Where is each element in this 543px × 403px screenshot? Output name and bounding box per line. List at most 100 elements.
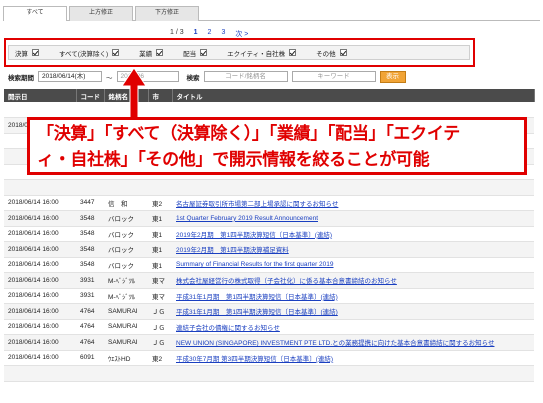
keyword-input[interactable]: キーワード (291, 71, 376, 82)
market-cell: ＪＧ (148, 303, 172, 320)
disclosure-title-link[interactable]: 平成31年1月期 第1四半期決算短信〔日本基準〕(連結) (176, 294, 338, 301)
tab-bar: すべて 上方修正 下方修正 (3, 6, 540, 21)
code-cell: 3548 (76, 226, 104, 242)
filter-checkbox[interactable] (339, 49, 347, 56)
search-label: 検索 (186, 74, 200, 82)
disclosure-title-link[interactable]: 名古屋証券取引所市場第二部上場承認に関するお知らせ (176, 201, 338, 208)
filter-label: 配当 (183, 50, 197, 58)
table-header-row: 開示日 コード 銘柄名 市 タイトル (4, 89, 535, 102)
code-cell: 3931 (76, 272, 104, 289)
disclosure-title-link[interactable]: 1st Quarter February 2019 Result Announc… (176, 215, 318, 222)
filter-equity[interactable]: エクイティ・自社株 (227, 48, 297, 58)
table-row: 2018/06/14 16:00 4764 SAMURAI ＪＧ NEW UNION (… (4, 334, 534, 351)
filter-label: エクイティ・自社株 (227, 50, 286, 58)
title-cell: 平成31年1月期 第1四半期決算短信〔日本基準〕(連結) (172, 288, 534, 304)
market-cell (148, 179, 172, 196)
disclosure-title-link[interactable]: NEW UNION (SINGAPORE) INVESTMENT PTE LTD… (176, 340, 494, 347)
disclosure-title-link[interactable]: 株式会社屋経営行の株式取得（子会社化）に係る基本合意書締結のお知らせ (176, 278, 397, 285)
title-cell: 2019年2月期 第1四半期決算補足資料 (172, 241, 534, 258)
code-cell: 3548 (76, 241, 104, 258)
title-cell: 1st Quarter February 2019 Result Announc… (172, 210, 534, 227)
name-cell: バロック (104, 257, 148, 273)
column-header-code[interactable]: コード (76, 89, 105, 102)
name-cell: 信 和 (104, 195, 148, 211)
table-row: 2018/06/14 16:00 3931 M-ﾍﾞｼﾞﾂﾙ 東マ 平成31年1月期 第… (4, 288, 534, 304)
disclosure-title-link[interactable]: 平成30年7月期 第3四半期決算短信〔日本基準〕(連結) (176, 356, 333, 363)
title-cell: 名古屋証券取引所市場第二部上場承認に関するお知らせ (172, 195, 534, 211)
name-cell: SAMURAI (104, 334, 148, 351)
code-cell: 3548 (76, 210, 104, 227)
filter-checkbox[interactable] (200, 49, 208, 56)
date-cell: 2018/06/14 16:00 (4, 226, 76, 242)
market-cell: 東1 (148, 241, 172, 258)
market-cell: 東2 (148, 195, 172, 211)
name-cell (104, 365, 148, 382)
name-cell: バロック (104, 226, 148, 242)
disclosure-title-link[interactable]: 平成31年1月期 第1四半期決算短信〔日本基準〕(連結) (176, 309, 338, 316)
tab-upward-revision[interactable]: 上方修正 (69, 6, 133, 21)
disclosure-title-link[interactable]: 2019年2月期 第1四半期決算補足資料 (176, 247, 289, 254)
filter-checkbox[interactable] (112, 49, 120, 56)
date-cell: 2018/06/14 16:00 (4, 195, 76, 211)
callout-line-2: ィ・自社株」「その他」で開示情報を絞ることが可能 (37, 150, 430, 169)
filter-other[interactable]: その他 (316, 48, 347, 58)
code-name-input[interactable]: コード/銘柄名 (203, 71, 288, 82)
table-row: 2018/06/14 16:00 3931 M-ﾍﾞｼﾞﾂﾙ 東マ 株式会社屋経営行の株… (4, 272, 534, 289)
table-row: 2018/06/14 16:00 3447 信 和東2 名古屋証券取引所市場第二部上場… (4, 195, 534, 211)
disclosure-title-link[interactable]: Summary of Financial Results for the fir… (176, 261, 334, 268)
code-cell (76, 365, 104, 382)
code-cell: 3447 (76, 195, 104, 211)
code-cell: 6091 (76, 350, 104, 366)
date-cell: 2018/06/14 16:00 (4, 303, 76, 320)
title-cell: NEW UNION (SINGAPORE) INVESTMENT PTE LTD… (172, 334, 534, 351)
column-header-date[interactable]: 開示日 (4, 89, 77, 102)
disclosure-title-link[interactable]: 連結子会社の債権に関するお知らせ (176, 325, 280, 332)
filter-label: すべて(決算除く) (59, 50, 109, 58)
code-cell (76, 102, 104, 118)
market-cell (148, 365, 172, 382)
annotation-callout: 「決算」「すべて（決算除く）」「業績」「配当」「エクイテ ィ・自社株」「その他」… (27, 117, 527, 175)
market-cell: 東1 (148, 210, 172, 227)
table-row: 2018/06/14 16:00 4764 SAMURAI ＪＧ 連結子会社の債権に関す… (4, 319, 534, 335)
filter-kessan[interactable]: 決算 (15, 48, 39, 58)
date-cell: 2018/06/14 16:00 (4, 210, 76, 227)
tab-downward-revision[interactable]: 下方修正 (135, 6, 199, 21)
tab-all[interactable]: すべて (3, 6, 67, 21)
show-button[interactable]: 表示 (379, 70, 406, 83)
title-cell: 平成31年1月期 第1四半期決算短信〔日本基準〕(連結) (172, 303, 534, 320)
date-cell: 2018/06/14 16:00 (4, 319, 76, 335)
filter-gyoseki[interactable]: 業績 (139, 48, 164, 58)
name-cell: バロック (104, 210, 148, 227)
name-cell: M-ﾍﾞｼﾞﾂﾙ (104, 288, 148, 304)
filter-haito[interactable]: 配当 (183, 48, 208, 58)
column-header-title[interactable]: タイトル (172, 89, 535, 102)
market-cell: 東2 (148, 350, 172, 366)
search-bar: 検索期間 2018/06/14(木) ～ 2018/06 検索 コード/銘柄名 … (8, 70, 478, 83)
date-cell: 2018/06/14 16:00 (4, 241, 76, 258)
name-cell: SAMURAI (104, 303, 148, 320)
filter-checkbox[interactable] (156, 49, 164, 56)
filter-label: その他 (316, 50, 336, 58)
code-cell: 3548 (76, 257, 104, 273)
title-cell (172, 102, 534, 118)
date-cell (4, 179, 76, 196)
date-cell: 2018/06/14 16:00 (4, 288, 76, 304)
filter-checkbox[interactable] (289, 49, 297, 56)
callout-line-1: 「決算」「すべて（決算除く）」「業績」「配当」「エクイテ (37, 124, 460, 143)
filter-checkbox[interactable] (32, 49, 39, 56)
table-row (4, 102, 534, 118)
code-cell: 4764 (76, 319, 104, 335)
title-cell: Summary of Financial Results for the fir… (172, 257, 534, 273)
date-cell: 2018/06/14 16:00 (4, 257, 76, 273)
table-row: 2018/06/14 16:00 6091 ｳｴｽﾄHD 東2 平成30年7月期 第3四… (4, 350, 534, 366)
name-cell: SAMURAI (104, 319, 148, 335)
date-range-tilde: ～ (106, 74, 113, 82)
date-from-field[interactable]: 2018/06/14(木) (38, 71, 102, 82)
title-cell (172, 365, 534, 382)
date-cell (4, 102, 76, 118)
title-cell: 連結子会社の債権に関するお知らせ (172, 319, 534, 335)
disclosure-title-link[interactable]: 2019年2月期 第1四半期決算短信〔日本基準〕(連結) (176, 232, 332, 239)
code-cell: 3931 (76, 288, 104, 304)
filter-all-except-kessan[interactable]: すべて(決算除く) (59, 48, 120, 58)
title-cell: 株式会社屋経営行の株式取得（子会社化）に係る基本合意書締結のお知らせ (172, 272, 534, 289)
